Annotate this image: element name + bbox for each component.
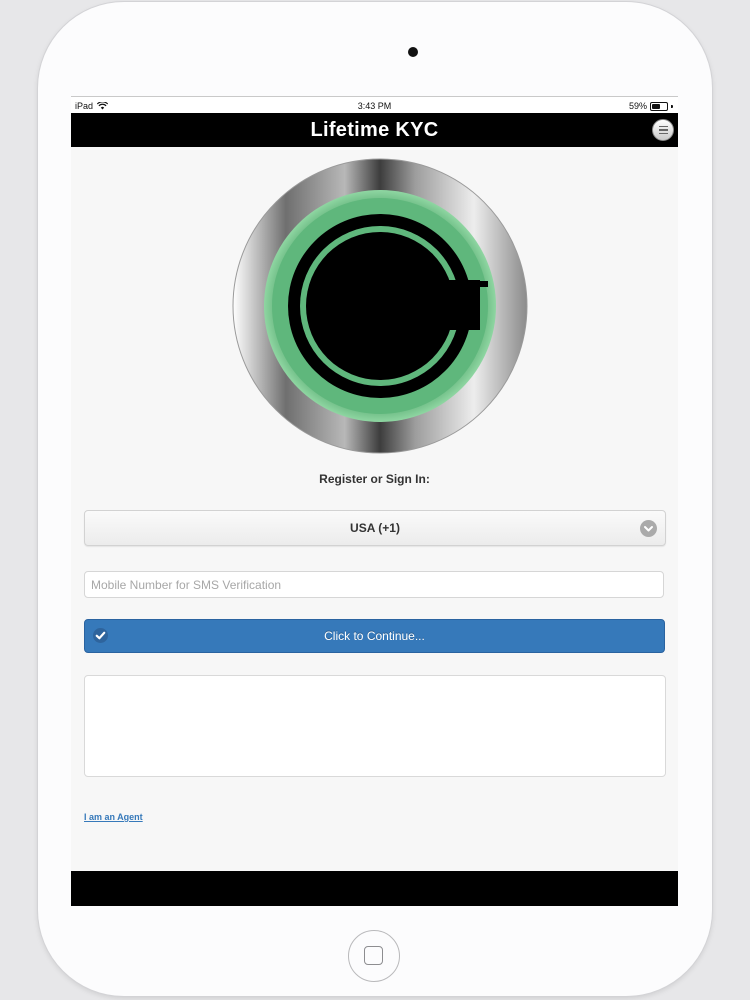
menu-icon[interactable]: [652, 119, 674, 141]
battery-percent: 59%: [628, 101, 647, 111]
status-right: 59%: [629, 101, 673, 111]
agent-link[interactable]: I am an Agent: [84, 812, 143, 822]
status-bar: iPad 3:43 PM 59%: [71, 96, 678, 114]
app-screen: iPad 3:43 PM 59% Lifetime KYC Register o…: [71, 96, 678, 906]
footer-bar: [71, 871, 678, 906]
home-square-icon: [364, 946, 383, 965]
mobile-number-input[interactable]: [84, 571, 664, 598]
battery-tip: [671, 104, 673, 108]
camera: [408, 47, 418, 57]
chevron-down-icon: [640, 520, 657, 537]
battery-icon: [650, 101, 668, 111]
app-logo: [230, 156, 530, 456]
logo-icon: [232, 158, 528, 454]
status-time: 3:43 PM: [357, 101, 392, 111]
register-prompt: Register or Sign In:: [319, 472, 430, 486]
header-bar: Lifetime KYC: [71, 113, 678, 147]
app-title: Lifetime KYC: [310, 119, 439, 141]
battery-fill: [652, 103, 660, 109]
country-code-select[interactable]: USA (+1): [84, 510, 666, 546]
home-button[interactable]: [348, 930, 400, 982]
message-area: [84, 675, 666, 777]
continue-button[interactable]: Click to Continue...: [84, 619, 665, 653]
continue-button-label: Click to Continue...: [324, 629, 425, 643]
country-selected-value: USA (+1): [350, 521, 400, 535]
